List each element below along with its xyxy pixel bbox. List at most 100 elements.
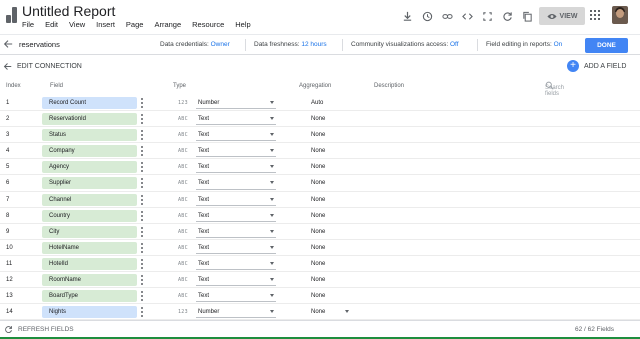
- data-credentials-value[interactable]: Owner: [211, 41, 230, 48]
- field-name-chip[interactable]: City: [42, 225, 137, 238]
- field-name-chip[interactable]: BoardType: [42, 290, 137, 303]
- type-select[interactable]: Text: [198, 116, 209, 122]
- more-options-icon[interactable]: [141, 258, 144, 269]
- menu-resource[interactable]: Resource: [192, 20, 224, 29]
- aggregation-select[interactable]: None: [311, 116, 325, 122]
- chevron-down-icon[interactable]: [270, 261, 274, 265]
- chevron-down-icon[interactable]: [270, 294, 274, 298]
- view-button[interactable]: VIEW: [539, 7, 585, 25]
- field-name-chip[interactable]: Agency: [42, 161, 137, 174]
- menu-view[interactable]: View: [69, 20, 85, 29]
- aggregation-select[interactable]: Auto: [311, 100, 323, 106]
- more-options-icon[interactable]: [141, 130, 144, 141]
- field-editing-in-reports[interactable]: Field editing in reports: On: [486, 41, 562, 48]
- field-name-chip[interactable]: HotelName: [42, 241, 137, 254]
- chevron-down-icon[interactable]: [270, 117, 274, 121]
- field-name-chip[interactable]: RoomName: [42, 274, 137, 287]
- edit-connection-button[interactable]: EDIT CONNECTION: [3, 62, 82, 71]
- type-select[interactable]: Text: [198, 293, 209, 299]
- refresh-icon[interactable]: [497, 8, 517, 24]
- search-fields[interactable]: Search fields: [545, 81, 564, 97]
- more-options-icon[interactable]: [141, 275, 144, 286]
- data-credentials[interactable]: Data credentials: Owner: [160, 41, 230, 48]
- more-options-icon[interactable]: [141, 194, 144, 205]
- field-name-chip[interactable]: HotelId: [42, 257, 137, 270]
- menu-file[interactable]: File: [22, 20, 34, 29]
- type-select[interactable]: Text: [198, 245, 209, 251]
- field-editing-value[interactable]: On: [554, 41, 563, 48]
- menu-insert[interactable]: Insert: [96, 20, 115, 29]
- aggregation-select[interactable]: None: [311, 180, 325, 186]
- chevron-down-icon[interactable]: [270, 310, 274, 314]
- aggregation-select[interactable]: None: [311, 148, 325, 154]
- aggregation-select[interactable]: None: [311, 293, 325, 299]
- aggregation-select[interactable]: None: [311, 229, 325, 235]
- aggregation-select[interactable]: None: [311, 261, 325, 267]
- apps-grid-icon[interactable]: [590, 10, 600, 20]
- chevron-down-icon[interactable]: [270, 245, 274, 249]
- aggregation-select[interactable]: None: [311, 309, 325, 315]
- aggregation-select[interactable]: None: [311, 164, 325, 170]
- type-select[interactable]: Text: [198, 229, 209, 235]
- type-select[interactable]: Text: [198, 213, 209, 219]
- chevron-down-icon[interactable]: [270, 101, 274, 104]
- type-select[interactable]: Number: [198, 100, 219, 106]
- community-visualizations-access[interactable]: Community visualizations access: Off: [351, 41, 459, 48]
- field-name-chip[interactable]: Country: [42, 209, 137, 222]
- more-options-icon[interactable]: [141, 146, 144, 157]
- field-name-chip[interactable]: Company: [42, 145, 137, 158]
- chevron-down-icon[interactable]: [270, 197, 274, 201]
- more-options-icon[interactable]: [141, 226, 144, 237]
- avatar[interactable]: [612, 6, 628, 24]
- more-options-icon[interactable]: [141, 291, 144, 302]
- type-select[interactable]: Text: [198, 132, 209, 138]
- chevron-down-icon[interactable]: [270, 229, 274, 233]
- field-name-chip[interactable]: Record Count: [42, 97, 137, 109]
- more-options-icon[interactable]: [141, 307, 144, 318]
- chevron-down-icon[interactable]: [270, 181, 274, 185]
- chevron-down-icon[interactable]: [345, 310, 349, 314]
- type-select[interactable]: Text: [198, 197, 209, 203]
- more-options-icon[interactable]: [141, 178, 144, 189]
- type-select[interactable]: Number: [198, 309, 219, 315]
- chevron-down-icon[interactable]: [270, 149, 274, 153]
- add-field-button[interactable]: + ADD A FIELD: [567, 60, 626, 72]
- aggregation-select[interactable]: None: [311, 245, 325, 251]
- data-source-name[interactable]: reservations: [19, 40, 60, 49]
- refresh-fields-button[interactable]: REFRESH FIELDS: [4, 325, 74, 334]
- download-icon[interactable]: [397, 8, 417, 24]
- history-icon[interactable]: [417, 8, 437, 24]
- field-name-chip[interactable]: Supplier: [42, 177, 137, 190]
- menu-edit[interactable]: Edit: [45, 20, 58, 29]
- more-options-icon[interactable]: [141, 210, 144, 221]
- chevron-down-icon[interactable]: [270, 278, 274, 282]
- field-name-chip[interactable]: Status: [42, 129, 137, 142]
- community-access-value[interactable]: Off: [450, 41, 459, 48]
- field-name-chip[interactable]: Nights: [42, 306, 137, 319]
- done-button[interactable]: DONE: [585, 38, 628, 53]
- data-studio-logo-icon[interactable]: [6, 7, 18, 23]
- link-icon[interactable]: [437, 8, 457, 24]
- type-select[interactable]: Text: [198, 277, 209, 283]
- more-options-icon[interactable]: [141, 114, 144, 125]
- chevron-down-icon[interactable]: [270, 213, 274, 217]
- more-options-icon[interactable]: [141, 162, 144, 173]
- aggregation-select[interactable]: None: [311, 132, 325, 138]
- more-options-icon[interactable]: [141, 98, 144, 108]
- menu-help[interactable]: Help: [235, 20, 250, 29]
- chevron-down-icon[interactable]: [270, 133, 274, 137]
- menu-page[interactable]: Page: [126, 20, 144, 29]
- data-freshness-value[interactable]: 12 hours: [301, 41, 326, 48]
- type-select[interactable]: Text: [198, 261, 209, 267]
- aggregation-select[interactable]: None: [311, 197, 325, 203]
- field-name-chip[interactable]: Channel: [42, 193, 137, 206]
- copy-icon[interactable]: [517, 8, 537, 24]
- more-options-icon[interactable]: [141, 242, 144, 253]
- data-freshness[interactable]: Data freshness: 12 hours: [254, 41, 327, 48]
- type-select[interactable]: Text: [198, 148, 209, 154]
- aggregation-select[interactable]: None: [311, 277, 325, 283]
- type-select[interactable]: Text: [198, 164, 209, 170]
- code-icon[interactable]: [457, 8, 477, 24]
- menu-arrange[interactable]: Arrange: [154, 20, 181, 29]
- aggregation-select[interactable]: None: [311, 213, 325, 219]
